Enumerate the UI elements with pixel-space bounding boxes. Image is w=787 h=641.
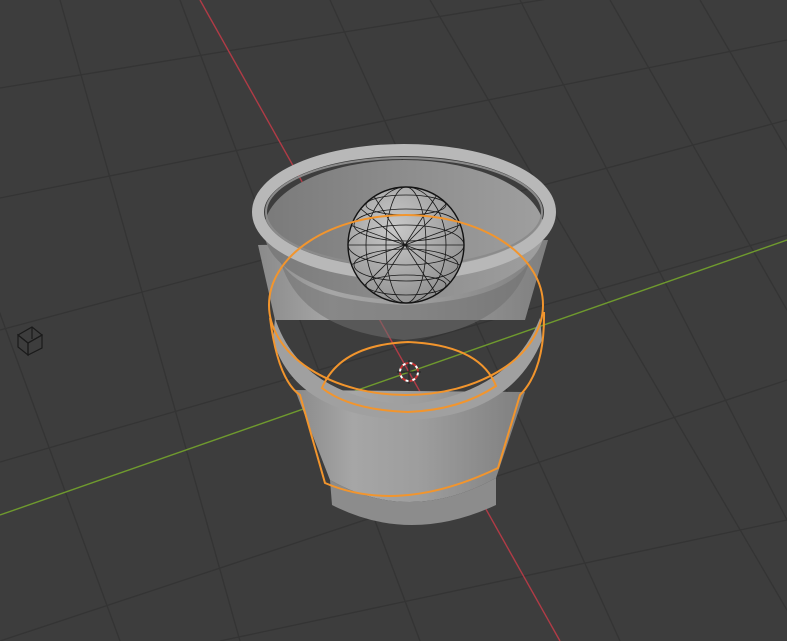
box-outline-icon[interactable] [16,326,44,357]
sphere-object[interactable] [347,186,465,304]
3d-cursor-icon[interactable] [397,360,421,384]
3d-viewport[interactable] [0,0,787,641]
viewport-scene[interactable] [0,0,787,641]
